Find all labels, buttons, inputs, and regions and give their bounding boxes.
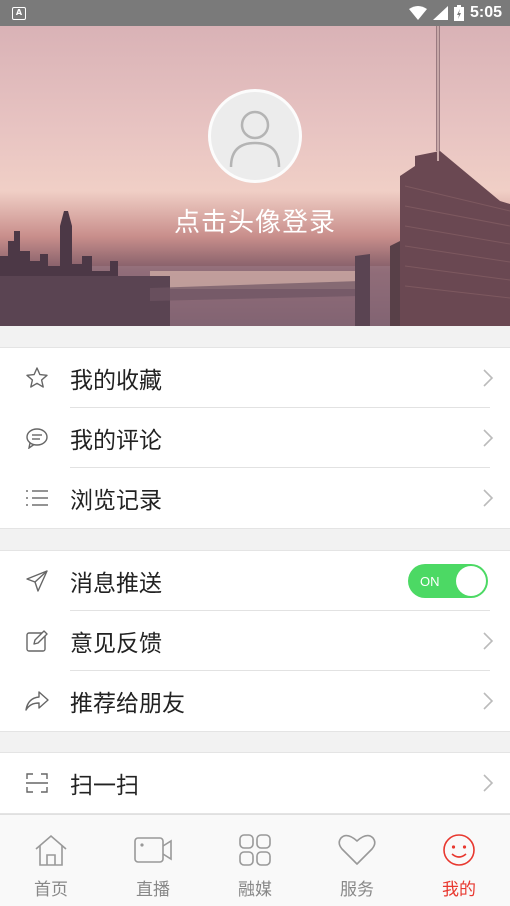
menu-item-comments[interactable]: 我的评论 bbox=[0, 408, 510, 468]
chevron-right-icon bbox=[466, 488, 510, 508]
menu-group-personal: 我的收藏 我的评论 浏览记录 bbox=[0, 347, 510, 529]
video-camera-icon bbox=[134, 837, 172, 863]
notification-icon: A bbox=[12, 6, 26, 20]
push-toggle[interactable]: ON bbox=[408, 564, 488, 598]
chevron-right-icon bbox=[466, 631, 510, 651]
menu-item-label: 我的评论 bbox=[70, 428, 162, 454]
home-icon bbox=[35, 834, 67, 866]
menu-item-favorites[interactable]: 我的收藏 bbox=[0, 348, 510, 408]
star-icon bbox=[0, 348, 70, 408]
chevron-right-icon bbox=[466, 691, 510, 711]
menu-item-label: 我的收藏 bbox=[70, 368, 162, 394]
send-icon bbox=[0, 551, 70, 611]
tab-services[interactable]: 服务 bbox=[306, 815, 408, 906]
tab-mine[interactable]: 我的 bbox=[408, 815, 510, 906]
tab-label: 首页 bbox=[34, 880, 68, 900]
menu-item-label: 扫一扫 bbox=[70, 773, 139, 799]
battery-icon bbox=[453, 5, 464, 21]
tab-media[interactable]: 融媒 bbox=[204, 815, 306, 906]
toggle-state-label: ON bbox=[420, 573, 440, 589]
tab-label: 融媒 bbox=[238, 880, 272, 900]
status-bar: A 5:05 bbox=[0, 0, 510, 26]
clock: 5:05 bbox=[469, 4, 502, 21]
chevron-right-icon bbox=[466, 428, 510, 448]
comment-icon bbox=[0, 408, 70, 468]
avatar-button[interactable] bbox=[208, 89, 302, 183]
menu-item-label: 浏览记录 bbox=[70, 488, 162, 514]
profile-header: 点击头像登录 bbox=[0, 26, 510, 326]
grid-icon bbox=[239, 834, 271, 866]
menu-item-feedback[interactable]: 意见反馈 bbox=[0, 611, 510, 671]
wifi-icon bbox=[408, 6, 427, 20]
menu-group-settings: 消息推送 ON 意见反馈 推荐给朋友 bbox=[0, 550, 510, 732]
menu-item-scan[interactable]: 扫一扫 bbox=[0, 753, 510, 813]
tab-label: 直播 bbox=[136, 880, 170, 900]
menu-item-label: 推荐给朋友 bbox=[70, 691, 185, 717]
smile-icon bbox=[443, 834, 475, 866]
menu-item-push-notifications: 消息推送 ON bbox=[0, 551, 510, 611]
login-prompt[interactable]: 点击头像登录 bbox=[0, 202, 510, 239]
menu-item-share[interactable]: 推荐给朋友 bbox=[0, 671, 510, 731]
menu-group-tools: 扫一扫 bbox=[0, 752, 510, 814]
scan-icon bbox=[0, 753, 70, 813]
chevron-right-icon bbox=[466, 773, 510, 793]
user-icon bbox=[229, 110, 281, 168]
share-icon bbox=[0, 671, 70, 731]
tab-live[interactable]: 直播 bbox=[102, 815, 204, 906]
toggle-knob bbox=[456, 566, 486, 596]
tab-home[interactable]: 首页 bbox=[0, 815, 102, 906]
tab-label: 服务 bbox=[340, 880, 374, 900]
menu-item-label: 意见反馈 bbox=[70, 631, 162, 657]
heart-icon bbox=[338, 834, 376, 865]
signal-icon bbox=[432, 6, 448, 20]
list-icon bbox=[0, 468, 70, 528]
edit-icon bbox=[0, 611, 70, 671]
chevron-right-icon bbox=[466, 368, 510, 388]
menu-item-history[interactable]: 浏览记录 bbox=[0, 468, 510, 528]
tab-label: 我的 bbox=[442, 880, 476, 900]
bottom-tab-bar: 首页 直播 融媒 服务 我的 bbox=[0, 814, 510, 906]
